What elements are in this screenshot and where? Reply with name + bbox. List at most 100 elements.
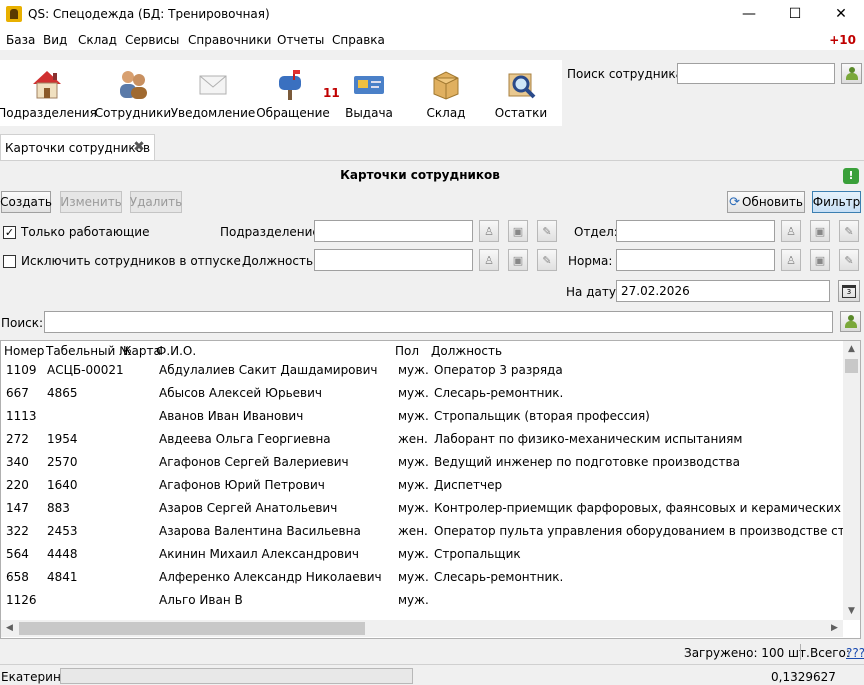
table-row[interactable]: 564 4448 Акинин Михаил Александрович муж. Ст…: [1, 543, 844, 566]
position-select-button[interactable]: ♙: [479, 249, 499, 271]
calendar-button[interactable]: 3: [838, 280, 860, 302]
toolbar-label: Подразделения: [0, 106, 97, 120]
search-label: Поиск:: [1, 316, 44, 330]
column-header-name[interactable]: Ф.И.О.: [156, 344, 196, 358]
tab-employee-cards[interactable]: Карточки сотрудников ✖: [0, 134, 155, 160]
menu-item-services[interactable]: Сервисы: [125, 33, 179, 47]
toolbar-label: Выдача: [345, 106, 393, 120]
close-button[interactable]: ✕: [818, 0, 864, 28]
notification-count[interactable]: +10: [829, 33, 856, 47]
table-row[interactable]: 1113 Аванов Иван Иванович муж. Стропальщик …: [1, 405, 844, 428]
horizontal-scrollbar[interactable]: ◀ ▶: [1, 620, 843, 637]
table-cell: Стропальщик: [434, 547, 521, 561]
filter-button[interactable]: Фильтр: [812, 191, 861, 213]
total-link[interactable]: ???: [846, 646, 864, 660]
menu-item-warehouse[interactable]: Склад: [78, 33, 117, 47]
position-browse-button[interactable]: ▣: [508, 249, 528, 271]
department-field[interactable]: [616, 220, 775, 242]
column-header-number[interactable]: Номер: [4, 344, 44, 358]
table-row[interactable]: 1126 Альго Иван В муж.: [1, 589, 844, 612]
column-header-position[interactable]: Должность: [431, 344, 502, 358]
table-cell: муж.: [398, 409, 429, 423]
employee-search-button[interactable]: [841, 63, 862, 84]
minimize-button[interactable]: —: [726, 0, 772, 28]
table-row[interactable]: 1109 АСЦБ-00021 Абдулалиев Сакит Дашдамиро…: [1, 359, 844, 382]
table-row[interactable]: 658 4841 Алференко Александр Николаевич муж…: [1, 566, 844, 589]
table-cell: муж.: [398, 570, 429, 584]
position-field[interactable]: [314, 249, 473, 271]
department-browse-button[interactable]: ▣: [810, 220, 830, 242]
toolbar-request-button[interactable]: 11 Обращение: [256, 60, 340, 126]
table-row[interactable]: 667 4865 Абысов Алексей Юрьевич муж. Слесарь…: [1, 382, 844, 405]
column-header-tab-number[interactable]: Табельный №: [46, 344, 132, 358]
exclude-vacation-checkbox[interactable]: [3, 255, 16, 268]
norm-browse-button[interactable]: ▣: [810, 249, 830, 271]
scroll-left-icon[interactable]: ◀: [1, 620, 18, 637]
toolbar-balances-button[interactable]: Остатки: [492, 60, 550, 126]
only-working-label: Только работающие: [21, 225, 150, 239]
division-edit-button[interactable]: ✎: [537, 220, 557, 242]
pencil-icon: ✎: [542, 253, 552, 267]
position-edit-button[interactable]: ✎: [537, 249, 557, 271]
horizontal-scroll-thumb[interactable]: [19, 622, 365, 635]
toolbar-employees-button[interactable]: Сотрудники: [95, 60, 171, 126]
only-working-checkbox[interactable]: ✓: [3, 226, 16, 239]
department-select-button[interactable]: ♙: [781, 220, 801, 242]
vertical-scrollbar[interactable]: ▲ ▼: [843, 341, 860, 620]
progress-bar: [60, 668, 413, 684]
table-row[interactable]: 220 1640 Агафонов Юрий Петрович муж. Диспетч…: [1, 474, 844, 497]
table-cell: 1109: [6, 363, 37, 377]
tab-close-icon[interactable]: ✖: [132, 140, 146, 154]
folder-icon: ▣: [512, 253, 524, 267]
toolbar-divisions-button[interactable]: Подразделения: [0, 60, 97, 126]
date-field[interactable]: 27.02.2026: [616, 280, 830, 302]
pencil-icon: ✎: [844, 224, 854, 238]
table-cell: Азаров Сергей Анатольевич: [159, 501, 338, 515]
table-cell: Авдеева Ольга Георгиевна: [159, 432, 331, 446]
info-icon[interactable]: !: [843, 168, 859, 184]
table-cell: 2570: [47, 455, 78, 469]
vertical-scroll-thumb[interactable]: [845, 359, 858, 373]
division-select-button[interactable]: ♙: [479, 220, 499, 242]
norm-edit-button[interactable]: ✎: [839, 249, 859, 271]
employee-search-input[interactable]: [677, 63, 835, 84]
table-row[interactable]: 147 883 Азаров Сергей Анатольевич муж. Контр…: [1, 497, 844, 520]
division-field[interactable]: [314, 220, 473, 242]
toolbar-notification-button[interactable]: Уведомление: [171, 60, 255, 126]
menu-item-references[interactable]: Справочники: [188, 33, 271, 47]
menu-item-base[interactable]: База: [6, 33, 35, 47]
menu-item-reports[interactable]: Отчеты: [277, 33, 324, 47]
table-cell: муж.: [398, 501, 429, 515]
maximize-button[interactable]: ☐: [772, 0, 818, 28]
table-cell: Контролер-приемщик фарфоровых, фаянсовых…: [434, 501, 844, 515]
search-input[interactable]: [44, 311, 833, 333]
table-cell: 1126: [6, 593, 37, 607]
total-label: Всего:: [810, 646, 850, 660]
person-icon: [844, 315, 857, 328]
refresh-button[interactable]: ⟳ Обновить: [727, 191, 805, 213]
division-browse-button[interactable]: ▣: [508, 220, 528, 242]
delete-button[interactable]: Удалить: [130, 191, 182, 213]
toolbar-warehouse-button[interactable]: Склад: [418, 60, 474, 126]
table-row[interactable]: 322 2453 Азарова Валентина Васильевна жен. О…: [1, 520, 844, 543]
menu-item-view[interactable]: Вид: [43, 33, 67, 47]
toolbar-issue-button[interactable]: Выдача: [340, 60, 398, 126]
create-button[interactable]: Создать: [0, 191, 52, 213]
department-edit-button[interactable]: ✎: [839, 220, 859, 242]
column-header-gender[interactable]: Пол: [395, 344, 419, 358]
scroll-up-icon[interactable]: ▲: [843, 341, 860, 358]
norm-select-button[interactable]: ♙: [781, 249, 801, 271]
norm-field[interactable]: [616, 249, 775, 271]
window-title: QS: Спецодежда (БД: Тренировочная): [28, 7, 270, 21]
scroll-right-icon[interactable]: ▶: [826, 620, 843, 637]
table-row[interactable]: 272 1954 Авдеева Ольга Георгиевна жен. Лабор…: [1, 428, 844, 451]
status-bar-top: Загружено: 100 шт. Всего: ???: [0, 640, 864, 664]
scroll-down-icon[interactable]: ▼: [843, 603, 860, 620]
edit-button[interactable]: Изменить: [60, 191, 122, 213]
table-cell: 322: [6, 524, 29, 538]
menu-item-help[interactable]: Справка: [332, 33, 385, 47]
table-cell: Слесарь-ремонтник.: [434, 570, 564, 584]
table-cell: 883: [47, 501, 70, 515]
table-row[interactable]: 340 2570 Агафонов Сергей Валериевич муж. Вед…: [1, 451, 844, 474]
search-button[interactable]: [840, 311, 861, 332]
